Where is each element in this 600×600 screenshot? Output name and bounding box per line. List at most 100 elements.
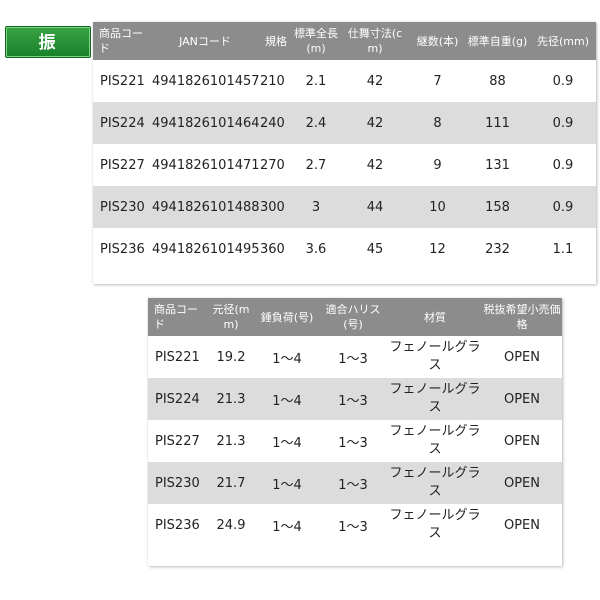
- cell-closed-length: 42: [366, 73, 384, 89]
- cell-total-length: 2.7: [305, 157, 327, 173]
- table-row: PIS221 4941826101457 210 2.1 42 7 88 0.9: [93, 60, 596, 102]
- category-badge: 振 出: [5, 26, 91, 85]
- cell-total-length: 2.4: [292, 102, 340, 144]
- cell-sinker-load: 1〜4: [256, 378, 318, 420]
- cell-jan-code: 4941826101464: [150, 102, 260, 144]
- table-row: PIS224 21.3 1〜4 1〜3 フェノールグラス OPEN: [148, 378, 562, 420]
- cell-weight: 111: [465, 102, 530, 144]
- header-sections: 継数(本): [410, 22, 465, 60]
- header-material: 材質: [388, 298, 482, 336]
- cell-closed-length: 42: [366, 157, 384, 173]
- table-row: PIS230 21.7 1〜4 1〜3 フェノールグラス OPEN: [148, 462, 562, 504]
- table-row: PIS224 4941826101464 240 2.4 42 8 111 0.9: [93, 102, 596, 144]
- cell-closed-length: 44: [340, 186, 410, 228]
- cell-butt-diameter: 19.2: [216, 349, 246, 365]
- table-row: PIS221 19.2 1〜4 1〜3 フェノールグラス OPEN: [148, 336, 562, 378]
- cell-leader-line: 1〜3: [338, 435, 368, 451]
- cell-material: フェノールグラス: [389, 424, 481, 457]
- cell-product-code: PIS224: [93, 102, 150, 144]
- cell-size: 270: [260, 157, 285, 173]
- cell-tip-diameter: 0.9: [552, 73, 574, 89]
- cell-butt-diameter: 24.9: [216, 517, 246, 533]
- header-sinker-load: 錘負荷(号): [256, 298, 318, 336]
- header-closed-length: 仕舞寸法(cm): [340, 22, 410, 60]
- cell-size: 210: [260, 73, 285, 89]
- cell-leader-line: 1〜3: [318, 378, 388, 420]
- cell-product-code: PIS230: [93, 186, 150, 228]
- header-product-code: 商品コード: [93, 22, 150, 60]
- cell-weight: 158: [465, 186, 530, 228]
- table-row: PIS230 4941826101488 300 3 44 10 158 0.9: [93, 186, 596, 228]
- cell-butt-diameter: 21.3: [206, 378, 256, 420]
- cell-sinker-load: 1〜4: [256, 462, 318, 504]
- cell-material: フェノールグラス: [388, 462, 482, 504]
- cell-butt-diameter: 21.7: [206, 462, 256, 504]
- cell-jan-code: 4941826101471: [152, 157, 260, 173]
- cell-material: フェノールグラス: [389, 508, 481, 541]
- cell-sections: 10: [410, 186, 465, 228]
- table-header-row: 商品コード 元径(mm) 錘負荷(号) 適合ハリス(号) 材質 税抜希望小売価格: [148, 298, 562, 336]
- cell-retail-price: OPEN: [503, 349, 540, 365]
- header-leader-line: 適合ハリス(号): [318, 298, 388, 336]
- cell-weight: 232: [485, 241, 510, 257]
- cell-material: フェノールグラス: [388, 378, 482, 420]
- cell-tip-diameter: 1.1: [552, 241, 574, 257]
- cell-weight: 88: [489, 73, 506, 89]
- cell-closed-length: 45: [366, 241, 384, 257]
- cell-product-code: PIS221: [155, 349, 200, 365]
- cell-product-code: PIS236: [100, 241, 145, 257]
- cell-material: フェノールグラス: [389, 340, 481, 373]
- cell-sections: 7: [433, 73, 442, 89]
- cell-retail-price: OPEN: [482, 462, 562, 504]
- cell-retail-price: OPEN: [503, 433, 540, 449]
- header-jan-code: JANコード: [150, 22, 260, 60]
- header-butt-diameter: 元径(mm): [206, 298, 256, 336]
- cell-product-code: PIS227: [100, 157, 145, 173]
- cell-retail-price: OPEN: [503, 517, 540, 533]
- table-row: PIS236 24.9 1〜4 1〜3 フェノールグラス OPEN: [148, 504, 562, 546]
- spec-table: 商品コード JANコード 規格 標準全長(m) 仕舞寸法(cm) 継数(本) 標…: [93, 22, 596, 270]
- header-weight: 標準自重(g): [465, 22, 530, 60]
- detail-table-panel: 商品コード 元径(mm) 錘負荷(号) 適合ハリス(号) 材質 税抜希望小売価格…: [148, 298, 562, 566]
- cell-sections: 9: [433, 157, 442, 173]
- cell-leader-line: 1〜3: [318, 462, 388, 504]
- detail-table: 商品コード 元径(mm) 錘負荷(号) 適合ハリス(号) 材質 税抜希望小売価格…: [148, 298, 562, 546]
- table-header-row: 商品コード JANコード 規格 標準全長(m) 仕舞寸法(cm) 継数(本) 標…: [93, 22, 596, 60]
- cell-size: 360: [260, 241, 285, 257]
- cell-tip-diameter: 0.9: [530, 186, 596, 228]
- header-product-code: 商品コード: [148, 298, 206, 336]
- cell-product-code: PIS221: [100, 73, 145, 89]
- cell-retail-price: OPEN: [482, 378, 562, 420]
- cell-product-code: PIS224: [148, 378, 206, 420]
- cell-product-code: PIS230: [148, 462, 206, 504]
- cell-sinker-load: 1〜4: [272, 435, 302, 451]
- cell-jan-code: 4941826101495: [152, 241, 260, 257]
- cell-size: 240: [260, 102, 292, 144]
- cell-tip-diameter: 0.9: [530, 102, 596, 144]
- cell-leader-line: 1〜3: [338, 351, 368, 367]
- cell-closed-length: 42: [340, 102, 410, 144]
- cell-butt-diameter: 21.3: [216, 433, 246, 449]
- cell-jan-code: 4941826101488: [150, 186, 260, 228]
- cell-product-code: PIS236: [155, 517, 200, 533]
- cell-weight: 131: [485, 157, 510, 173]
- cell-leader-line: 1〜3: [338, 519, 368, 535]
- cell-sections: 8: [410, 102, 465, 144]
- header-total-length: 標準全長(m): [292, 22, 340, 60]
- cell-product-code: PIS227: [155, 433, 200, 449]
- header-size: 規格: [260, 22, 292, 60]
- header-retail-price: 税抜希望小売価格: [482, 298, 562, 336]
- cell-size: 300: [260, 186, 292, 228]
- table-row: PIS236 4941826101495 360 3.6 45 12 232 1.1: [93, 228, 596, 270]
- cell-total-length: 3: [292, 186, 340, 228]
- cell-tip-diameter: 0.9: [552, 157, 574, 173]
- header-tip-diameter: 先径(mm): [530, 22, 596, 60]
- cell-sinker-load: 1〜4: [272, 519, 302, 535]
- cell-sections: 12: [429, 241, 446, 257]
- cell-sinker-load: 1〜4: [272, 351, 302, 367]
- cell-total-length: 2.1: [305, 73, 327, 89]
- cell-jan-code: 4941826101457: [152, 73, 260, 89]
- spec-table-panel: 商品コード JANコード 規格 標準全長(m) 仕舞寸法(cm) 継数(本) 標…: [93, 22, 596, 284]
- table-row: PIS227 21.3 1〜4 1〜3 フェノールグラス OPEN: [148, 420, 562, 462]
- table-row: PIS227 4941826101471 270 2.7 42 9 131 0.9: [93, 144, 596, 186]
